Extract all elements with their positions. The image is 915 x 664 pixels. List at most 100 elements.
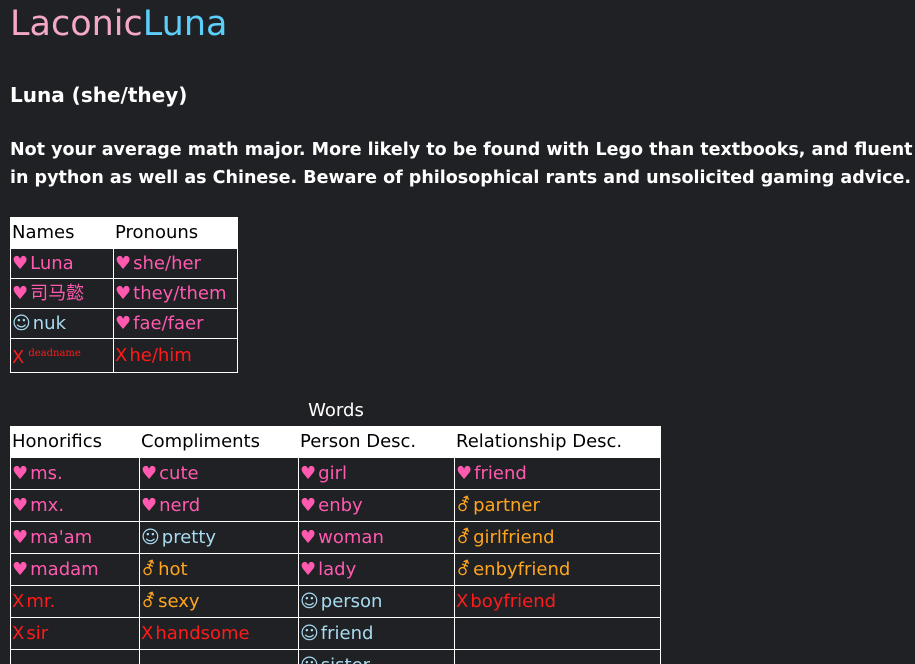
compliment-cell: ⚦ sexy [139, 585, 299, 618]
honorific-cell: Xmr. [10, 585, 140, 618]
words-caption: Words [308, 400, 364, 421]
person-value: sister [321, 655, 370, 664]
relationship-cell [454, 617, 661, 650]
compliment-value: nerd [159, 495, 201, 516]
heart-icon: ♥ [300, 559, 317, 580]
pronoun-value: she/her [133, 253, 201, 274]
pronoun-value: they/them [133, 283, 227, 304]
heart-icon: ♥ [12, 283, 29, 304]
compliment-value: hot [158, 559, 188, 580]
heart-icon: ♥ [12, 253, 29, 274]
compliment-cell: ♥ nerd [139, 489, 299, 522]
person-cell: ☺sister [298, 649, 455, 664]
gender-symbol-icon: ⚦ [141, 591, 157, 612]
name-cell: ☺ nuk [10, 308, 114, 339]
compliment-cell: ☺ pretty [139, 521, 299, 554]
relationship-desc-header: Relationship Desc. [454, 426, 661, 458]
profile-bio: Not your average math major. More likely… [10, 140, 913, 188]
heart-icon: ♥ [12, 463, 29, 484]
table-row: Xmr. ⚦ sexy ☺ person Xboyfriend [10, 585, 661, 618]
smiley-icon: ☺ [300, 650, 319, 664]
heart-icon: ♥ [115, 253, 132, 274]
honorific-value: mx. [30, 495, 65, 516]
profile-page: LaconicLuna Luna (she/they) Not your ave… [0, 0, 915, 664]
person-value: friend [320, 623, 374, 644]
honorific-cell: ♥ ma'am [10, 521, 140, 554]
x-icon: X [115, 345, 128, 366]
person-value: lady [318, 559, 357, 580]
gender-symbol-icon: ⚦ [456, 495, 472, 516]
name-value: nuk [32, 313, 67, 334]
honorific-value: madam [30, 559, 99, 580]
compliment-cell [139, 649, 299, 664]
gender-symbol-icon: ⚦ [456, 559, 472, 580]
heart-icon: ♥ [300, 527, 317, 548]
table-row: ♥ ma'am ☺ pretty ♥ woman ⚦ girlfriend [10, 521, 661, 554]
person-cell: ♥ girl [298, 457, 455, 490]
compliment-cell: ⚦ hot [139, 553, 299, 586]
relationship-value: enbyfriend [473, 559, 571, 580]
relationship-cell: ⚦ enbyfriend [454, 553, 661, 586]
person-cell: ♥ enby [298, 489, 455, 522]
relationship-cell [454, 649, 661, 664]
x-icon: X [141, 623, 154, 644]
person-cell: ♥ lady [298, 553, 455, 586]
smiley-icon: ☺ [300, 623, 319, 644]
profile-name: Luna (she/they) [10, 83, 188, 107]
smiley-icon: ☺ [12, 313, 31, 334]
heart-icon: ♥ [456, 463, 473, 484]
name-cell: ♥ 司马懿 [10, 278, 114, 309]
name-value: deadname [28, 348, 81, 359]
compliment-value: pretty [161, 527, 217, 548]
relationship-cell: ⚦ girlfriend [454, 521, 661, 554]
person-cell: ♥ woman [298, 521, 455, 554]
table-row: ♥ 司马懿 ♥ they/them [10, 278, 238, 309]
compliments-header: Compliments [139, 426, 299, 458]
person-cell: ☺ friend [298, 617, 455, 650]
relationship-value: partner [473, 495, 540, 516]
pronoun-value: he/him [129, 345, 192, 366]
compliment-value: sexy [158, 591, 200, 612]
table-row: ♥ Luna ♥ she/her [10, 248, 238, 279]
name-value: Luna [30, 253, 74, 274]
relationship-value: girlfriend [473, 527, 555, 548]
x-icon: X [12, 623, 25, 644]
heart-icon: ♥ [141, 495, 158, 516]
gender-symbol-icon: ⚦ [141, 559, 157, 580]
honorific-value: sir [26, 623, 49, 644]
site-title[interactable]: LaconicLuna [10, 2, 227, 46]
honorific-cell: Xsir [10, 617, 140, 650]
pronoun-cell: Xhe/him [113, 338, 238, 373]
site-title-laconic: Laconic [10, 4, 143, 44]
compliment-value: cute [159, 463, 199, 484]
heart-icon: ♥ [115, 283, 132, 304]
site-title-luna: Luna [142, 4, 228, 44]
x-icon: X [12, 591, 25, 612]
relationship-cell: ♥ friend [454, 457, 661, 490]
name-cell: Xdeadname [10, 338, 114, 373]
table-row: ♥ ms. ♥ cute ♥ girl ♥ friend [10, 457, 661, 490]
name-cell: ♥ Luna [10, 248, 114, 279]
honorific-value: ma'am [30, 527, 93, 548]
heart-icon: ♥ [300, 495, 317, 516]
smiley-icon: ☺ [141, 527, 160, 548]
person-desc-header: Person Desc. [298, 426, 455, 458]
gender-symbol-icon: ⚦ [456, 527, 472, 548]
table-row: Xsir Xhandsome ☺ friend [10, 617, 661, 650]
honorific-value: ms. [30, 463, 63, 484]
heart-icon: ♥ [12, 495, 29, 516]
person-value: woman [318, 527, 384, 548]
pronouns-header: Pronouns [113, 217, 238, 249]
table-row: ♥ mx. ♥ nerd ♥ enby ⚦ partner [10, 489, 661, 522]
words-table: Honorifics Compliments Person Desc. Rela… [10, 426, 661, 664]
person-value: person [320, 591, 383, 612]
relationship-value: friend [474, 463, 527, 484]
relationship-cell: ⚦ partner [454, 489, 661, 522]
pronoun-value: fae/faer [133, 313, 204, 334]
compliment-value: handsome [155, 623, 250, 644]
relationship-value: boyfriend [470, 591, 557, 612]
person-value: enby [318, 495, 363, 516]
table-row: Xdeadname Xhe/him [10, 338, 238, 373]
x-icon: X [456, 591, 469, 612]
honorific-cell [10, 649, 140, 664]
